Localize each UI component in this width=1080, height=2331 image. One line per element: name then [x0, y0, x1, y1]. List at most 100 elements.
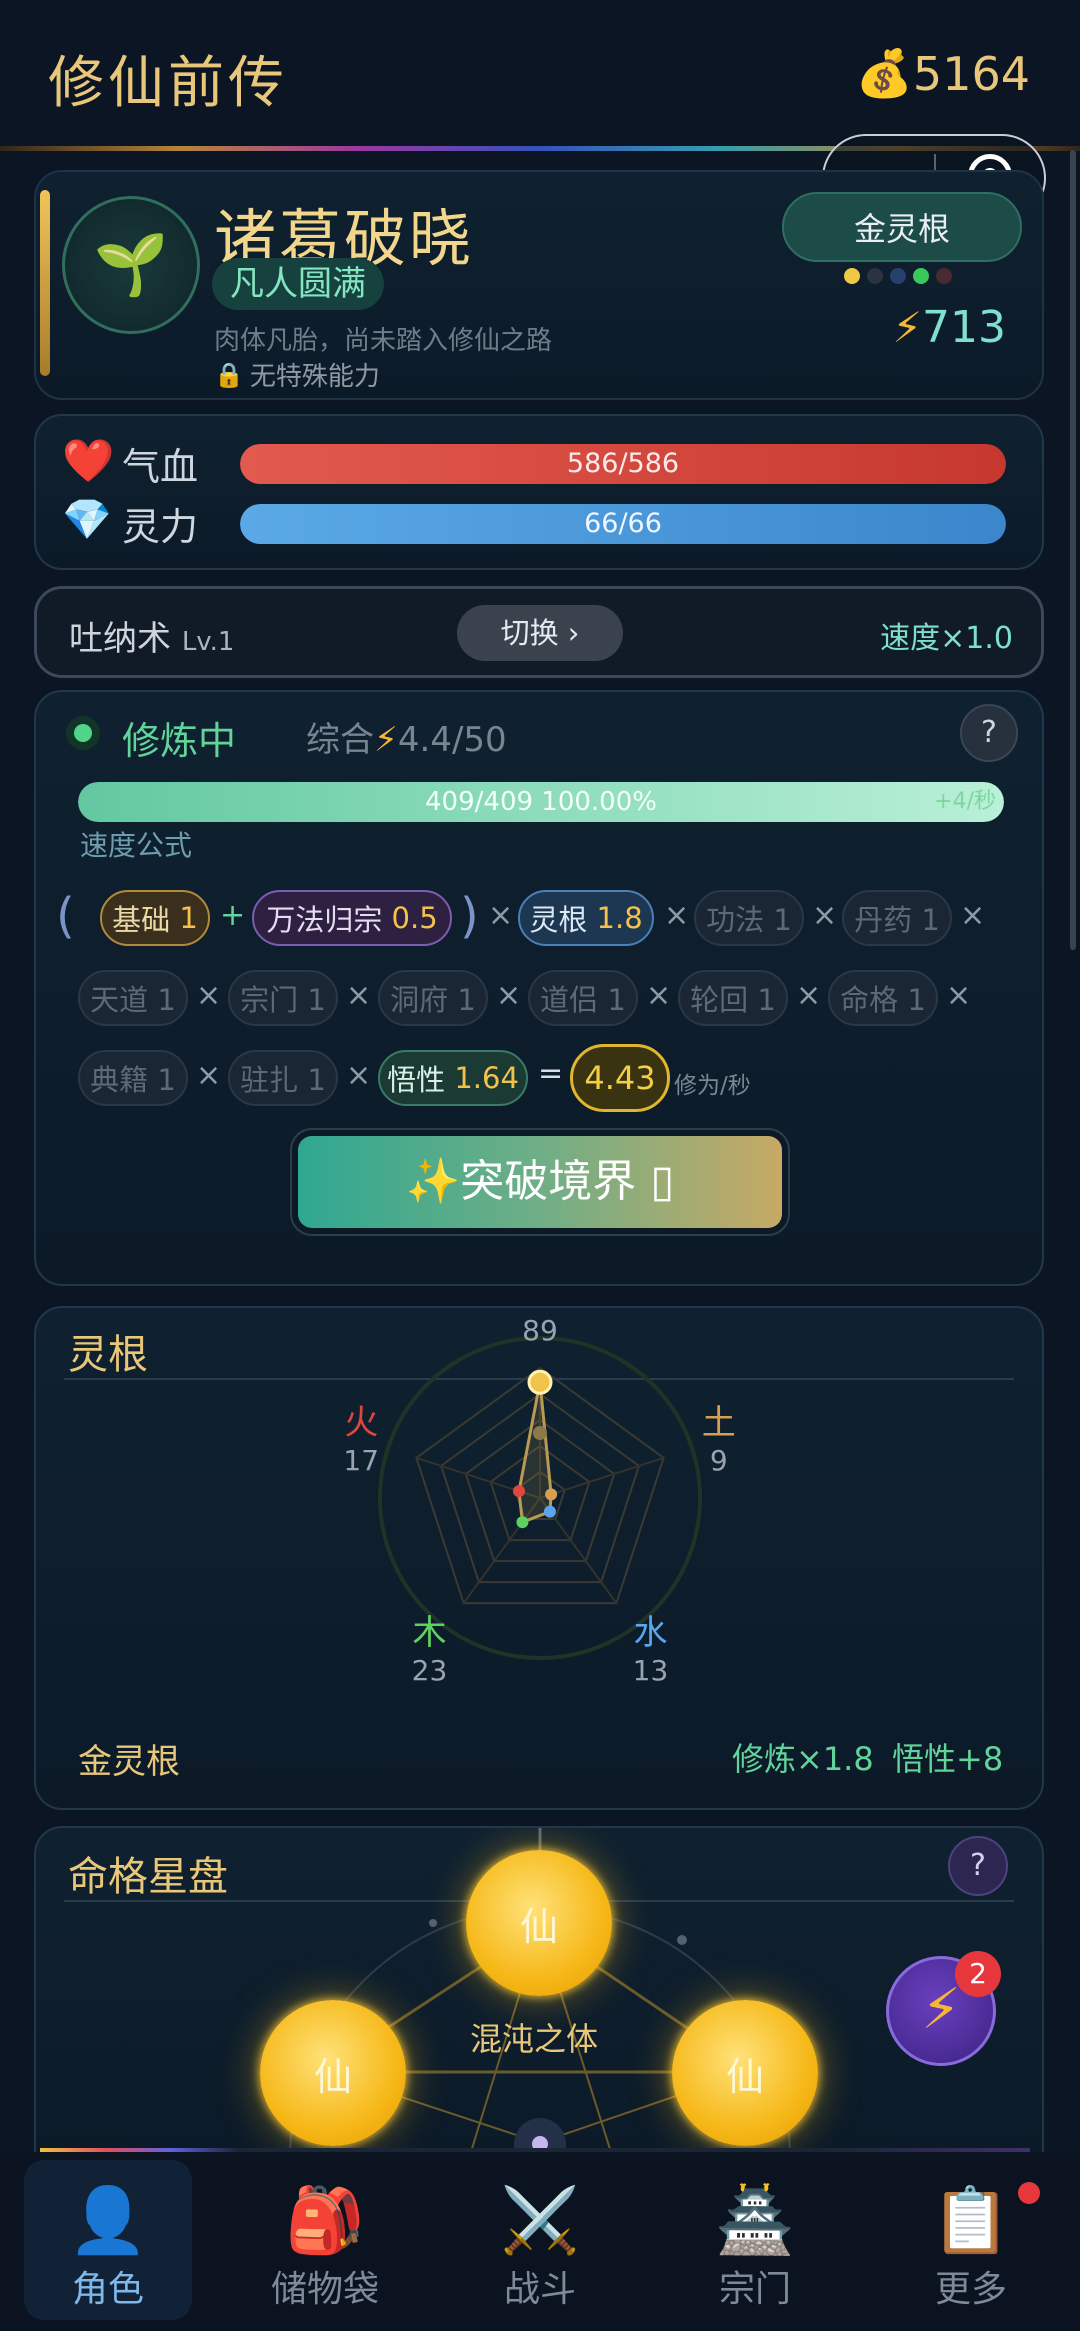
backpack-icon: 🎒 — [285, 2184, 365, 2258]
term-zhuzha: 驻扎 1 — [228, 1050, 338, 1106]
overall-label: 综合⚡4.4/50 — [306, 720, 507, 760]
paren-close: ) — [460, 888, 479, 944]
nav-item-more[interactable]: 📋 更多 — [886, 2160, 1056, 2320]
status-dot — [66, 716, 100, 750]
nav-item-character[interactable]: 👤 角色 — [24, 2160, 192, 2320]
op-equals: = — [538, 1056, 564, 1091]
spirit-root-bonus-cultivation: 修炼×1.8 — [732, 1740, 874, 1778]
cultivation-card: 修炼中 综合⚡4.4/50 ? 409/409 100.00% +4/秒 速度公… — [34, 690, 1044, 1286]
mp-value: 66/66 — [584, 508, 662, 539]
scrollbar[interactable] — [1070, 150, 1076, 950]
radar-value: 9 — [710, 1444, 728, 1477]
result-unit: 修为/秒 — [674, 1073, 751, 1099]
money-bag-icon: 💰 — [855, 46, 913, 100]
radar-point-火 — [512, 1485, 525, 1498]
radar-value: 23 — [412, 1654, 448, 1687]
profile-card: 🌱 诸葛破晓 凡人圆满 肉体凡胎，尚未踏入修仙之路 🔒 无特殊能力 金灵根 ⚡ … — [34, 170, 1044, 400]
op-times: × — [346, 1058, 372, 1093]
op-times: × — [496, 978, 522, 1013]
result-value: 4.43 — [570, 1044, 670, 1112]
crossed-swords-icon: ⚔️ — [500, 2184, 580, 2258]
star-chart-help-button[interactable]: ? — [948, 1836, 1008, 1896]
root-dot — [936, 268, 952, 284]
op-times: × — [646, 978, 672, 1013]
technique-name: 吐纳术 Lv.1 — [69, 619, 235, 659]
root-dot — [913, 268, 929, 284]
clipboard-icon: 📋 — [931, 2184, 1011, 2258]
op-times: × — [196, 1058, 222, 1093]
op-times: × — [960, 898, 986, 933]
avatar[interactable]: 🌱 — [62, 196, 200, 334]
power-display: ⚡ 713 — [893, 302, 1006, 353]
op-times: × — [196, 978, 222, 1013]
technique-bar: 吐纳术 Lv.1 切换 › 速度×1.0 — [34, 586, 1044, 678]
nav-item-battle[interactable]: ⚔️ 战斗 — [455, 2160, 625, 2320]
root-dot — [844, 268, 860, 284]
nav-item-backpack[interactable]: 🎒 储物袋 — [240, 2160, 410, 2320]
accent-bar — [40, 190, 50, 376]
spirit-root-badge[interactable]: 金灵根 — [782, 192, 1022, 262]
root-dot — [867, 268, 883, 284]
mp-bar: 66/66 — [240, 504, 1006, 544]
term-danyao: 丹药 1 — [842, 890, 952, 946]
spirit-root-radar: 金89 土9 水13 木23 火17 — [343, 1308, 736, 1687]
money-amount: 5164 — [912, 46, 1030, 101]
switch-technique-button[interactable]: 切换 › — [457, 605, 623, 661]
nav-label: 宗门 — [718, 2269, 791, 2310]
person-icon: 👤 — [68, 2184, 148, 2258]
ability-text: 无特殊能力 — [249, 362, 380, 392]
progress-rate: +4/秒 — [934, 789, 996, 814]
nav-label: 储物袋 — [270, 2269, 379, 2310]
mp-label: 灵力 — [122, 505, 199, 549]
radar-label: 水 — [634, 1613, 668, 1653]
stats-card: ❤️ 气血 586/586 💎 灵力 66/66 — [34, 414, 1044, 570]
nav-label: 更多 — [934, 2269, 1007, 2310]
sprout-icon: 🌱 — [93, 230, 169, 300]
paren-open: ( — [56, 888, 75, 944]
radar-value: 89 — [522, 1314, 558, 1347]
op-times: × — [946, 978, 972, 1013]
lightning-icon: ⚡ — [374, 720, 398, 760]
op-times: × — [664, 898, 690, 933]
realm-badge: 凡人圆满 — [212, 258, 384, 310]
star-node-top[interactable]: 仙 — [466, 1850, 612, 1996]
radar-label: 土 — [702, 1403, 736, 1443]
radar-value: 13 — [633, 1654, 669, 1687]
power-value: 713 — [922, 302, 1006, 353]
star-node-left[interactable]: 仙 — [260, 2000, 406, 2146]
hp-bar: 586/586 — [240, 444, 1006, 484]
term-daolv: 道侣 1 — [528, 970, 638, 1026]
term-dongfu: 洞府 1 — [378, 970, 488, 1026]
technique-speed: 速度×1.0 — [880, 621, 1013, 656]
radar-point-木 — [516, 1516, 529, 1529]
breakthrough-button[interactable]: ✨突破境界 ▯ — [298, 1136, 782, 1228]
nav-item-sect[interactable]: 🏯 宗门 — [670, 2160, 840, 2320]
pagoda-icon: 🏯 — [715, 2184, 795, 2258]
op-times: × — [488, 898, 514, 933]
term-dianji: 典籍 1 — [78, 1050, 188, 1106]
hp-value: 586/586 — [566, 448, 680, 479]
term-wanfa: 万法归宗 0.5 — [252, 890, 452, 946]
ability-row: 🔒 无特殊能力 — [214, 356, 380, 393]
help-button[interactable]: ? — [960, 704, 1018, 762]
page-title: 修仙前传 — [48, 51, 288, 116]
term-root: 灵根 1.8 — [518, 890, 654, 946]
root-dot — [890, 268, 906, 284]
term-mingge: 命格 1 — [828, 970, 938, 1026]
term-gongfa: 功法 1 — [694, 890, 804, 946]
op-plus: + — [220, 898, 246, 933]
notification-badge: 2 — [955, 1951, 1001, 1997]
op-times: × — [796, 978, 822, 1013]
notification-dot — [1018, 2182, 1040, 2204]
hp-label: 气血 — [122, 445, 199, 489]
nav-label: 角色 — [71, 2269, 144, 2310]
money-display: 💰 5164 — [856, 46, 1030, 101]
radar-point-土 — [545, 1488, 558, 1501]
star-node-right[interactable]: 仙 — [672, 2000, 818, 2146]
character-description: 肉体凡胎，尚未踏入修仙之路 — [214, 326, 553, 356]
quick-action-button[interactable]: ⚡ 2 — [886, 1951, 1001, 2066]
op-times: × — [346, 978, 372, 1013]
nav-label: 战斗 — [503, 2269, 576, 2310]
term-base: 基础 1 — [100, 890, 210, 946]
radar-point-金 — [527, 1369, 553, 1395]
